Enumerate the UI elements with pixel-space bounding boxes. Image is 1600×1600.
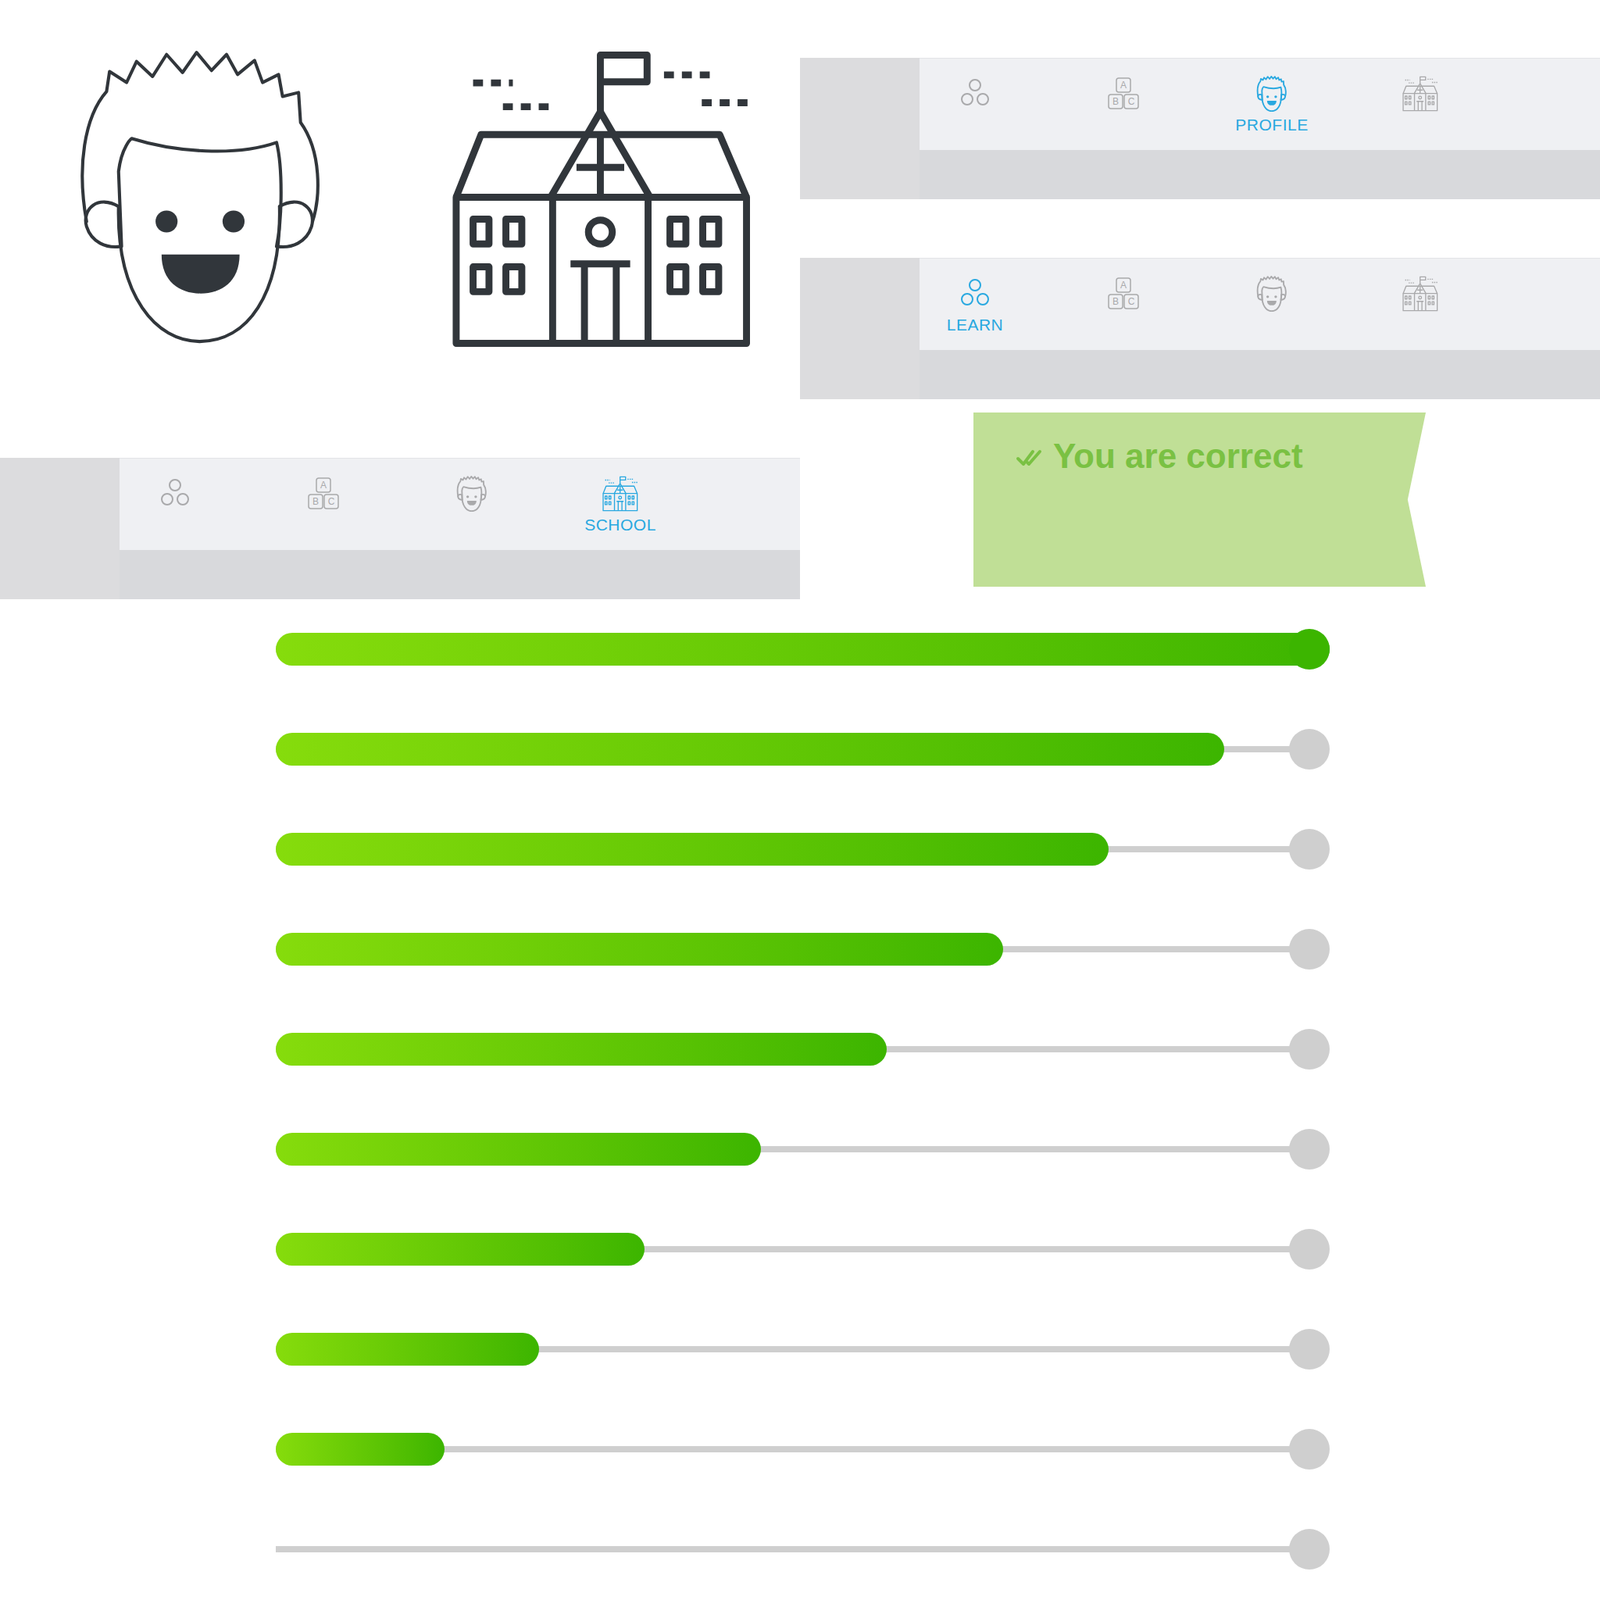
progress-bar [275, 1428, 1330, 1470]
tab[interactable]: ABC [267, 458, 379, 550]
tab[interactable] [919, 58, 1031, 150]
svg-text:B: B [1112, 296, 1119, 308]
tab-label: PROFILE [1235, 114, 1308, 136]
progress-bar [275, 1328, 1330, 1370]
svg-text:B: B [312, 496, 319, 508]
tab-label: LEARN [946, 314, 1004, 336]
tab[interactable] [1364, 58, 1476, 150]
tab[interactable] [416, 458, 528, 550]
progress-fill [275, 832, 1109, 866]
school-icon [449, 46, 756, 353]
progress-list [0, 599, 1600, 1600]
progress-bar [275, 1228, 1330, 1270]
double-check-icon [1015, 443, 1044, 472]
progress-knob [1289, 1228, 1330, 1270]
tab-bar-side [0, 457, 120, 600]
progress-fill [275, 732, 1225, 766]
svg-text:C: C [1128, 96, 1136, 108]
tab[interactable]: LEARN [919, 258, 1031, 350]
progress-fill [275, 1432, 445, 1466]
tab[interactable]: ABC [1067, 58, 1179, 150]
circles-icon [157, 475, 193, 512]
progress-row [0, 799, 1600, 900]
progress-row [0, 599, 1600, 700]
progress-knob [1289, 728, 1330, 770]
progress-knob [1289, 1428, 1330, 1470]
progress-row [0, 699, 1600, 800]
tab[interactable]: ABC [1067, 258, 1179, 350]
abc-blocks-icon: ABC [1105, 75, 1142, 112]
progress-bar [275, 628, 1330, 670]
face-icon [76, 46, 327, 347]
tab[interactable] [1364, 258, 1476, 350]
progress-row [0, 1499, 1600, 1600]
svg-text:C: C [1128, 296, 1136, 308]
progress-bar [275, 828, 1330, 870]
progress-knob [1289, 928, 1330, 970]
progress-fill [275, 1332, 540, 1366]
tab-bar: LEARN ABC [800, 257, 1600, 400]
svg-text:A: A [320, 479, 327, 491]
abc-blocks-icon: ABC [305, 475, 342, 512]
progress-row [0, 1399, 1600, 1500]
tab[interactable]: PROFILE [1216, 58, 1328, 150]
tab-label: SCHOOL [584, 514, 657, 536]
progress-fill [275, 632, 1330, 666]
abc-blocks-icon: ABC [1105, 275, 1142, 312]
circles-icon [957, 275, 993, 312]
face-icon [1253, 275, 1290, 312]
svg-text:B: B [1112, 96, 1119, 108]
feedback-text: You are correct [1053, 435, 1304, 477]
progress-row [0, 999, 1600, 1100]
progress-row [0, 899, 1600, 1000]
progress-bar [275, 928, 1330, 970]
progress-bar [275, 1028, 1330, 1070]
progress-fill [275, 1032, 887, 1066]
asset-sheet: ABCSCHOOLABCPROFILELEARNABCYou are corre… [0, 0, 1600, 1600]
school-icon [1402, 75, 1439, 112]
svg-text:C: C [328, 496, 336, 508]
progress-knob [1289, 1128, 1330, 1170]
progress-row [0, 1199, 1600, 1300]
tab[interactable] [1216, 258, 1328, 350]
school-icon [1402, 275, 1439, 312]
tab-bar-side [800, 57, 920, 200]
tab-bar: ABC PROFILE [800, 57, 1600, 200]
progress-bar [275, 1528, 1330, 1570]
face-icon [453, 475, 490, 512]
feedback-banner: You are correct [973, 412, 1426, 587]
progress-knob [1289, 828, 1330, 870]
school-icon [602, 475, 639, 512]
progress-row [0, 1299, 1600, 1400]
progress-bar [275, 1128, 1330, 1170]
tab[interactable] [119, 458, 231, 550]
progress-fill [275, 1232, 645, 1266]
progress-row [0, 1099, 1600, 1200]
progress-knob [1289, 1328, 1330, 1370]
svg-text:A: A [1120, 79, 1127, 91]
tab-bar-side [800, 257, 920, 400]
progress-knob [1289, 628, 1330, 670]
tab[interactable]: SCHOOL [564, 458, 676, 550]
progress-bar [275, 728, 1330, 770]
progress-knob [1289, 1528, 1330, 1570]
progress-knob [1289, 1028, 1330, 1070]
tab-bar: ABC SCHOOL [0, 457, 800, 600]
progress-fill [275, 932, 1004, 966]
svg-text:A: A [1120, 279, 1127, 291]
circles-icon [957, 75, 993, 112]
progress-fill [275, 1132, 761, 1166]
face-icon [1253, 75, 1290, 112]
